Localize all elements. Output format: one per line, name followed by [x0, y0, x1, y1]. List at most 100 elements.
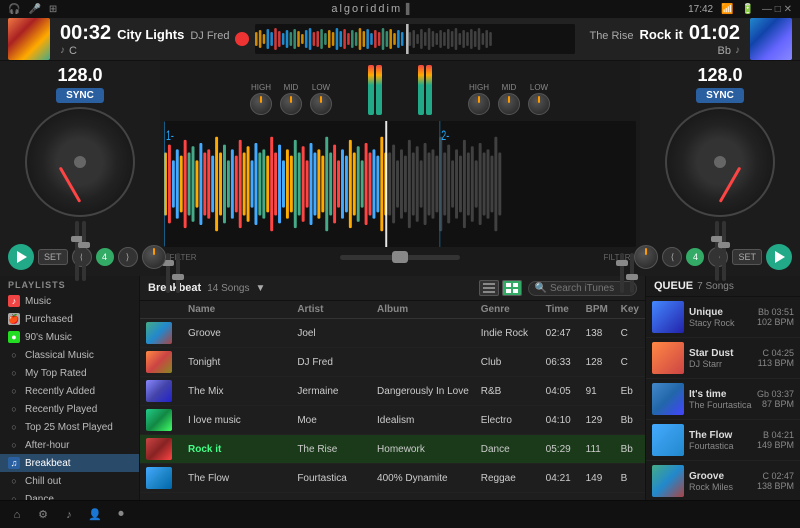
track-album: Dangerously In Love [371, 377, 475, 406]
queue-item[interactable]: The FlowFourtasticaB 04:21149 BPM [646, 420, 800, 461]
grid-view-button[interactable] [502, 280, 522, 296]
playlist-count: 14 Songs [207, 283, 249, 294]
queue-art [652, 383, 684, 415]
toprated-icon: ○ [8, 367, 20, 379]
right-sync-button[interactable]: SYNC [696, 88, 744, 103]
left-loop-num[interactable]: 4 [96, 248, 114, 266]
bottom-home-icon[interactable]: ⌂ [8, 506, 26, 524]
sidebar-item-recentlyplayed[interactable]: ○ Recently Played [0, 400, 139, 418]
col-genre[interactable]: Genre [475, 301, 540, 319]
left-filter-knob[interactable] [142, 245, 166, 269]
sidebar-label-classical: Classical Music [25, 350, 94, 361]
mic-icon: 🎤 [28, 4, 40, 15]
eq-high2-knob[interactable] [468, 93, 490, 115]
row-status [140, 377, 182, 406]
sidebar-item-top25[interactable]: ○ Top 25 Most Played [0, 418, 139, 436]
sidebar-item-music[interactable]: ♪ Music [0, 292, 139, 310]
sidebar-item-purchased[interactable]: 🍎 Purchased [0, 310, 139, 328]
queue-meta: C 04:25113 BPM [758, 348, 794, 368]
track-artist: Jermaine [291, 377, 371, 406]
eq-low2-knob[interactable] [528, 93, 550, 115]
table-row[interactable]: I love musicMoeIdealismElectro04:10129Bb [140, 406, 645, 435]
left-bpm: 128.0 [57, 65, 102, 86]
left-sync-button[interactable]: SYNC [56, 88, 104, 103]
sidebar-item-breakbeat[interactable]: ♫ Breakbeat [0, 454, 139, 472]
queue-art [652, 301, 684, 333]
table-row[interactable]: TonightDJ FredClub06:33128C [140, 348, 645, 377]
queue-item[interactable]: It's timeThe FourtasticaGb 03:3787 BPM [646, 379, 800, 420]
queue-panel: QUEUE 7 Songs UniqueStacy RockBb 03:5110… [645, 276, 800, 500]
queue-art [652, 342, 684, 374]
row-status [140, 319, 182, 348]
col-artist[interactable]: Artist [291, 301, 371, 319]
queue-item[interactable]: Star DustDJ StarrC 04:25113 BPM [646, 338, 800, 379]
crossfader-area [200, 255, 599, 260]
table-row[interactable]: Rock itThe RiseHomeworkDance05:29111Bb [140, 435, 645, 464]
sidebar-item-toprated[interactable]: ○ My Top Rated [0, 364, 139, 382]
queue-info: UniqueStacy Rock [689, 307, 752, 328]
bottom-user-icon[interactable]: 👤 [86, 506, 104, 524]
track-genre: Electro [475, 406, 540, 435]
queue-list: UniqueStacy RockBb 03:51102 BPMStar Dust… [646, 297, 800, 500]
track-bpm: 111 [580, 435, 615, 464]
left-cue-button[interactable]: SET [38, 249, 68, 265]
crossfader-thumb[interactable] [392, 251, 408, 263]
col-time[interactable]: Time [540, 301, 580, 319]
sidebar-item-afterhour[interactable]: ○ After-hour [0, 436, 139, 454]
battery-icon: 🔋 [742, 4, 754, 15]
recentlyadded-icon: ○ [8, 385, 20, 397]
table-header: Name Artist Album Genre Time BPM Key [140, 301, 645, 319]
view-buttons [479, 280, 522, 296]
queue-track-name: Unique [689, 307, 752, 318]
playlist-dropdown[interactable]: ▼ [255, 283, 265, 294]
left-play-button[interactable] [8, 244, 34, 270]
record-button[interactable] [235, 32, 249, 46]
eq-mid-knob[interactable] [280, 93, 302, 115]
bottom-music-icon[interactable]: ♪ [60, 506, 78, 524]
sidebar-item-90s[interactable]: ● 90's Music [0, 328, 139, 346]
left-deck-artist: DJ Fred [190, 30, 229, 42]
eq-low-knob[interactable] [310, 93, 332, 115]
track-album: 400% Dynamite [371, 464, 475, 493]
right-turntable[interactable] [665, 107, 775, 217]
queue-artist-name: DJ Starr [689, 359, 753, 369]
left-turntable[interactable] [25, 107, 135, 217]
sidebar-item-dance[interactable]: ○ Dance [0, 490, 139, 500]
right-play-button[interactable] [766, 244, 792, 270]
eq-high-knob[interactable] [250, 93, 272, 115]
table-row[interactable]: GrooveJoelIndie Rock02:47138C [140, 319, 645, 348]
queue-count: 7 Songs [697, 281, 734, 292]
sidebar-label-dance: Dance [25, 494, 54, 501]
track-thumbnail [146, 380, 172, 402]
sidebar-item-classical[interactable]: ○ Classical Music [0, 346, 139, 364]
table-row[interactable]: The MixJermaineDangerously In LoveR&B04:… [140, 377, 645, 406]
bottom-settings-icon[interactable]: ⚙ [34, 506, 52, 524]
queue-item[interactable]: GrooveRock MilesC 02:47138 BPM [646, 461, 800, 500]
eq-mid2-knob[interactable] [498, 93, 520, 115]
queue-artist-name: Rock Miles [689, 482, 752, 492]
col-album[interactable]: Album [371, 301, 475, 319]
sidebar-item-chillout[interactable]: ○ Chill out [0, 472, 139, 490]
bottom-record-icon[interactable]: ⏺ [112, 506, 130, 524]
search-input[interactable] [550, 283, 630, 294]
list-view-button[interactable] [479, 280, 499, 296]
crossfader[interactable] [340, 255, 460, 260]
col-name[interactable]: Name [182, 301, 291, 319]
col-key[interactable]: Key [615, 301, 645, 319]
track-artist: Moe [291, 406, 371, 435]
clock: 17:42 [688, 4, 713, 15]
sidebar: PLAYLISTS ♪ Music 🍎 Purchased ● 90's Mus… [0, 276, 140, 500]
tracks-body: GrooveJoelIndie Rock02:47138CTonightDJ F… [140, 319, 645, 493]
right-deck-track1: The Rise [589, 30, 633, 42]
afterhour-icon: ○ [8, 439, 20, 451]
transport-row: 00:32 City Lights DJ Fred ♪ C [0, 18, 800, 61]
queue-item[interactable]: UniqueStacy RockBb 03:51102 BPM [646, 297, 800, 338]
left-deck-track: City Lights [117, 27, 184, 42]
track-bpm: 138 [580, 319, 615, 348]
left-loop-fwd[interactable]: ⟩ [118, 247, 138, 267]
wifi-icon: 📶 [721, 4, 733, 15]
table-row[interactable]: The FlowFourtastica400% DynamiteReggae04… [140, 464, 645, 493]
right-cue-button[interactable]: SET [732, 249, 762, 265]
col-bpm[interactable]: BPM [580, 301, 615, 319]
sidebar-item-recentlyadded[interactable]: ○ Recently Added [0, 382, 139, 400]
